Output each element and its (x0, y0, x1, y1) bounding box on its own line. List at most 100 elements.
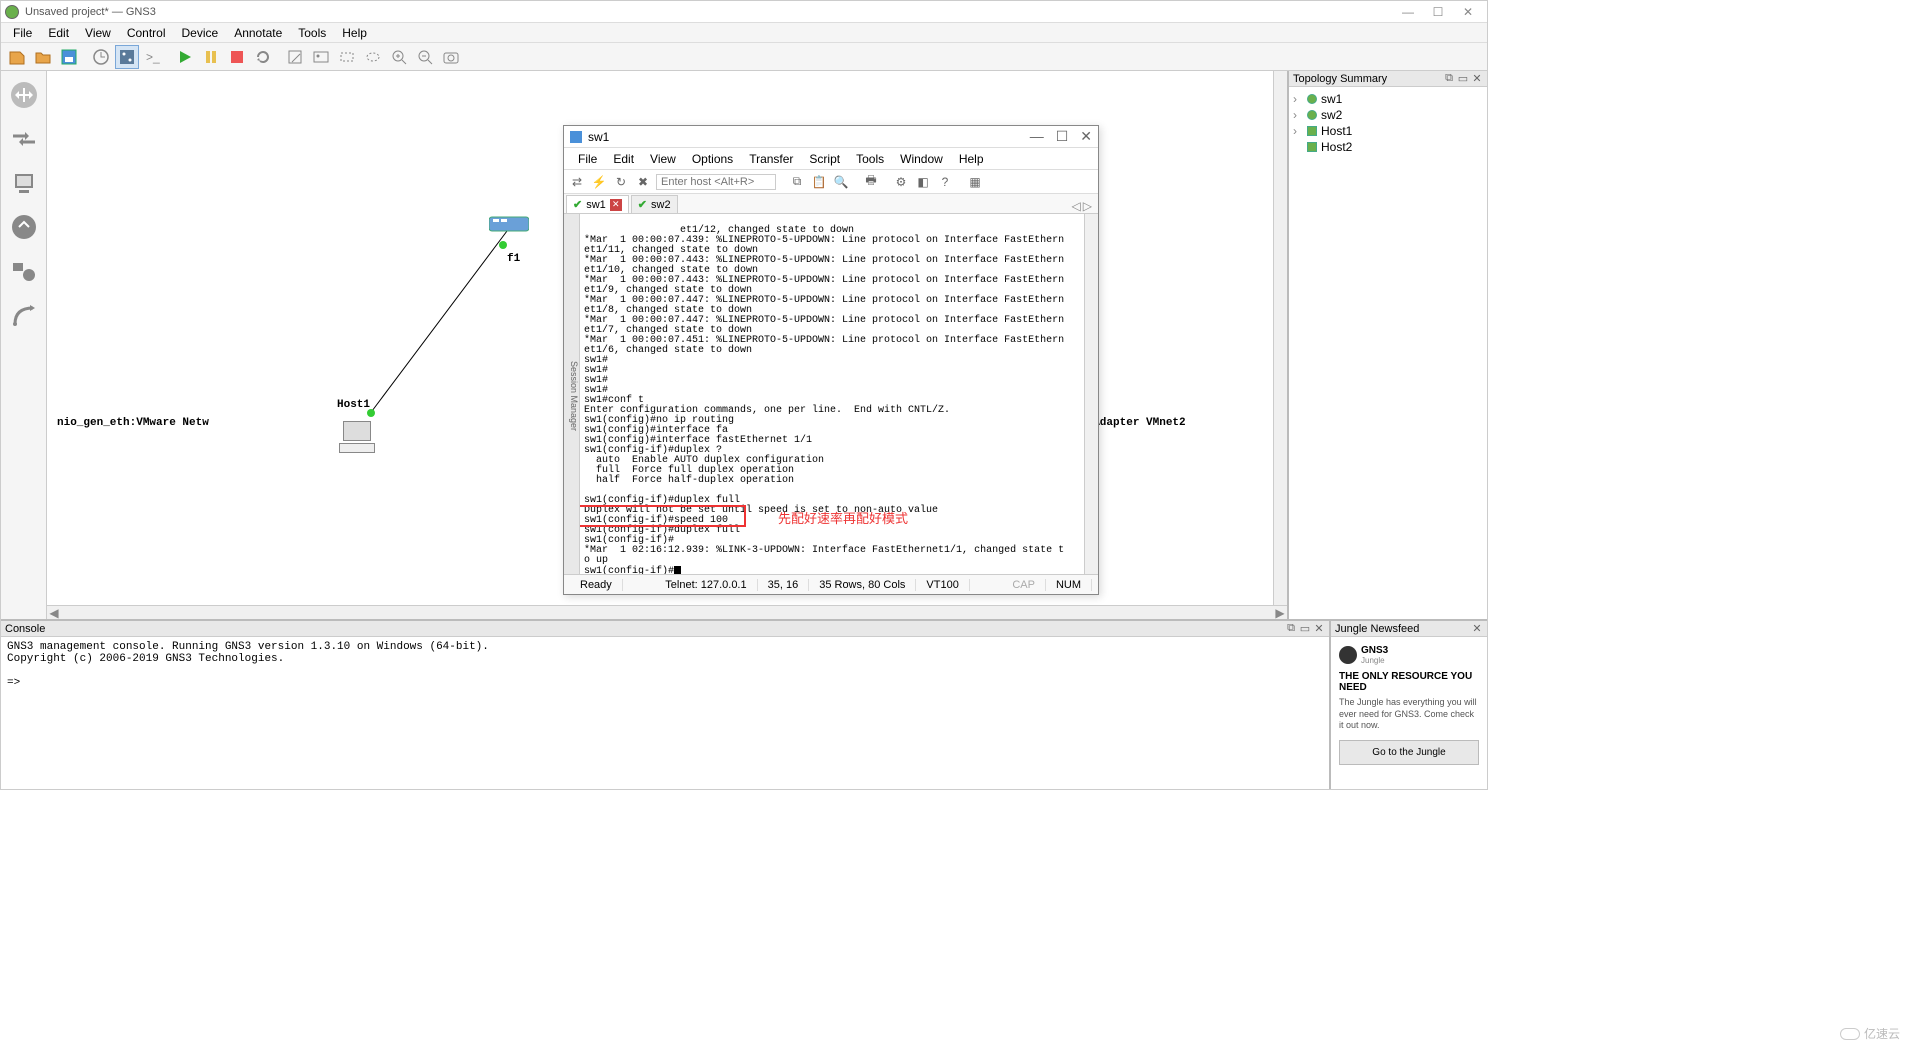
device-toolbar (1, 71, 47, 619)
minimize-button[interactable]: — (1401, 5, 1415, 19)
tab-sw1[interactable]: ✔ sw1 ✕ (566, 195, 629, 213)
menu-control[interactable]: Control (119, 24, 174, 42)
term-menu-file[interactable]: File (570, 150, 605, 168)
link-endpoint-sw-icon (499, 241, 507, 249)
term-menu-help[interactable]: Help (951, 150, 992, 168)
tab-next-icon[interactable]: ▷ (1083, 199, 1092, 213)
status-dot-icon (1307, 110, 1317, 120)
console-button[interactable]: >_ (141, 45, 165, 69)
menu-device[interactable]: Device (174, 24, 227, 42)
save-project-button[interactable] (57, 45, 81, 69)
new-project-button[interactable] (5, 45, 29, 69)
console-float-icon[interactable]: ▭ (1299, 623, 1311, 635)
term-menu-options[interactable]: Options (684, 150, 741, 168)
term-menu-transfer[interactable]: Transfer (741, 150, 801, 168)
console-undock-icon[interactable]: ⧉ (1285, 623, 1297, 635)
start-button[interactable] (173, 45, 197, 69)
menu-annotate[interactable]: Annotate (226, 24, 290, 42)
zoom-out-button[interactable] (413, 45, 437, 69)
topology-canvas[interactable]: f1 Host1 nio_gen_eth:VMware Netw etwork … (47, 71, 1273, 605)
rect-button[interactable] (335, 45, 359, 69)
copy-icon[interactable]: ⧉ (788, 173, 806, 191)
session-icon[interactable]: ◧ (914, 173, 932, 191)
status-ready: Ready (570, 579, 623, 591)
tree-item-host1[interactable]: ›Host1 (1293, 123, 1483, 139)
tree-item-sw1[interactable]: ›sw1 (1293, 91, 1483, 107)
terminal-maximize-button[interactable]: ☐ (1056, 128, 1069, 145)
tab-close-icon[interactable]: ✕ (610, 199, 622, 211)
connect-icon[interactable]: ⇄ (568, 173, 586, 191)
terminal-output[interactable]: et1/12, changed state to down *Mar 1 00:… (580, 214, 1084, 574)
show-interfaces-button[interactable] (115, 45, 139, 69)
term-menu-edit[interactable]: Edit (605, 150, 642, 168)
quick-connect-icon[interactable]: ⚡ (590, 173, 608, 191)
console-close-icon[interactable]: ✕ (1313, 623, 1325, 635)
canvas-scrollbar-h[interactable]: ◀▶ (47, 605, 1287, 619)
terminal-titlebar: sw1 — ☐ ✕ (564, 126, 1098, 148)
tab-prev-icon[interactable]: ◁ (1072, 199, 1081, 213)
screenshot-button[interactable] (439, 45, 463, 69)
reconnect-icon[interactable]: ↻ (612, 173, 630, 191)
topology-panel-title: Topology Summary (1293, 73, 1387, 85)
snapshot-button[interactable] (89, 45, 113, 69)
stop-button[interactable] (225, 45, 249, 69)
news-close-icon[interactable]: ✕ (1471, 623, 1483, 635)
panel-close-icon[interactable]: ✕ (1471, 73, 1483, 85)
interface-label: f1 (507, 253, 520, 265)
note-button[interactable] (283, 45, 307, 69)
all-devices-tool[interactable] (6, 253, 42, 289)
pause-button[interactable] (199, 45, 223, 69)
status-square-icon (1307, 126, 1317, 136)
panel-undock-icon[interactable]: ⧉ (1443, 73, 1455, 85)
term-menu-tools[interactable]: Tools (848, 150, 892, 168)
session-manager-label[interactable]: Session Manager (564, 214, 580, 574)
close-button[interactable]: ✕ (1461, 5, 1475, 19)
menu-edit[interactable]: Edit (40, 24, 77, 42)
term-menu-view[interactable]: View (642, 150, 684, 168)
menu-view[interactable]: View (77, 24, 119, 42)
image-button[interactable] (309, 45, 333, 69)
host-input[interactable] (656, 174, 776, 190)
go-to-jungle-button[interactable]: Go to the Jungle (1339, 740, 1479, 765)
status-square-icon (1307, 142, 1317, 152)
term-menu-script[interactable]: Script (801, 150, 848, 168)
print-icon[interactable]: 🖶 (862, 173, 880, 191)
link-endpoint-host-icon (367, 409, 375, 417)
router-tool[interactable] (6, 77, 42, 113)
tab-sw2[interactable]: ✔ sw2 (631, 195, 678, 213)
status-size: 35 Rows, 80 Cols (809, 579, 916, 591)
tree-item-sw2[interactable]: ›sw2 (1293, 107, 1483, 123)
reload-button[interactable] (251, 45, 275, 69)
term-menu-window[interactable]: Window (892, 150, 951, 168)
news-brand: GNS3 (1361, 645, 1388, 656)
news-body-text: The Jungle has everything you will ever … (1339, 697, 1479, 732)
options-icon[interactable]: ⚙ (892, 173, 910, 191)
menu-tools[interactable]: Tools (290, 24, 334, 42)
host-tool[interactable] (6, 165, 42, 201)
toolbar-extra-icon[interactable]: ▦ (966, 173, 984, 191)
find-icon[interactable]: 🔍 (832, 173, 850, 191)
status-cursor-pos: 35, 16 (758, 579, 810, 591)
panel-float-icon[interactable]: ▭ (1457, 73, 1469, 85)
terminal-menubar: File Edit View Options Transfer Script T… (564, 148, 1098, 170)
open-project-button[interactable] (31, 45, 55, 69)
menu-help[interactable]: Help (334, 24, 375, 42)
menu-file[interactable]: File (5, 24, 40, 42)
console-output[interactable]: GNS3 management console. Running GNS3 ve… (1, 637, 1329, 789)
disconnect-icon[interactable]: ✖ (634, 173, 652, 191)
zoom-in-button[interactable] (387, 45, 411, 69)
tree-item-host2[interactable]: Host2 (1293, 139, 1483, 155)
canvas-scrollbar-v[interactable] (1273, 71, 1287, 605)
security-tool[interactable] (6, 209, 42, 245)
ellipse-button[interactable] (361, 45, 385, 69)
terminal-minimize-button[interactable]: — (1030, 128, 1044, 145)
terminal-scrollbar[interactable] (1084, 214, 1098, 574)
switch-tool[interactable] (6, 121, 42, 157)
maximize-button[interactable]: ☐ (1431, 5, 1445, 19)
terminal-close-button[interactable]: ✕ (1080, 128, 1092, 145)
host1-icon[interactable] (337, 421, 377, 457)
link-tool[interactable] (6, 297, 42, 333)
watermark-icon (1840, 1028, 1860, 1040)
help-icon[interactable]: ? (936, 173, 954, 191)
paste-icon[interactable]: 📋 (810, 173, 828, 191)
